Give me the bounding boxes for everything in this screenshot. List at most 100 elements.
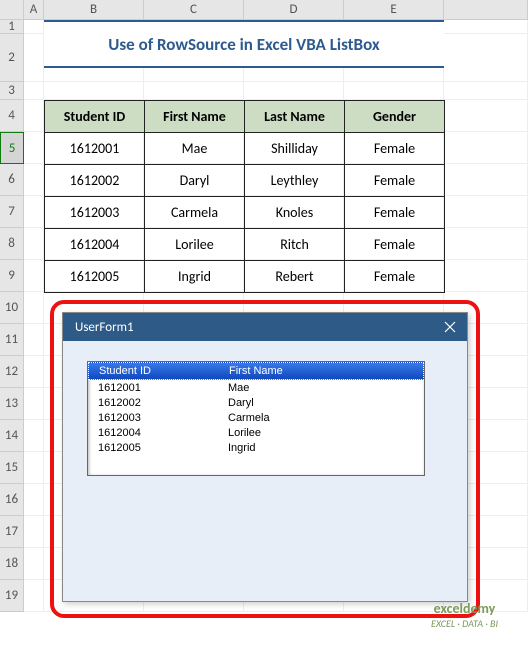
cell[interactable]: [444, 260, 528, 292]
row-header[interactable]: 7: [0, 196, 24, 228]
cell[interactable]: [24, 516, 44, 548]
row-header[interactable]: 15: [0, 452, 24, 484]
row-header[interactable]: 6: [0, 164, 24, 196]
cell[interactable]: [24, 100, 44, 132]
table-cell[interactable]: Shilliday: [245, 133, 345, 165]
cell[interactable]: [24, 228, 44, 260]
cell[interactable]: [24, 260, 44, 292]
table-header: Last Name: [245, 101, 345, 133]
watermark-tagline: EXCEL · DATA · BI: [431, 617, 498, 630]
row-header[interactable]: 4: [0, 100, 24, 132]
cell[interactable]: [444, 196, 528, 228]
table-cell[interactable]: 1612004: [45, 229, 145, 261]
table-cell[interactable]: Ingrid: [145, 261, 245, 293]
table-cell[interactable]: Female: [345, 165, 445, 197]
table-cell[interactable]: 1612002: [45, 165, 145, 197]
table-cell[interactable]: Lorilee: [145, 229, 245, 261]
table-cell[interactable]: Female: [345, 229, 445, 261]
cell[interactable]: [24, 356, 44, 388]
listbox-row[interactable]: 1612001Mae: [88, 380, 424, 395]
cell[interactable]: [24, 452, 44, 484]
table-cell[interactable]: Female: [345, 133, 445, 165]
cell[interactable]: [24, 164, 44, 196]
cell[interactable]: [24, 484, 44, 516]
table-header-row: Student IDFirst NameLast NameGender: [45, 101, 445, 133]
table-cell[interactable]: Leythley: [245, 165, 345, 197]
close-button[interactable]: [441, 318, 459, 336]
row-header[interactable]: 12: [0, 356, 24, 388]
row-header[interactable]: 3: [0, 82, 24, 100]
row-header[interactable]: 13: [0, 388, 24, 420]
row-header[interactable]: 1: [0, 20, 24, 34]
column-header[interactable]: B: [44, 0, 144, 20]
listbox-row[interactable]: 1612003Carmela: [88, 410, 424, 425]
select-all-corner[interactable]: [0, 0, 24, 20]
column-header[interactable]: D: [244, 0, 344, 20]
listbox-row[interactable]: 1612002Daryl: [88, 395, 424, 410]
row-header[interactable]: 9: [0, 260, 24, 292]
listbox-cell: Ingrid: [228, 442, 398, 454]
userform-window[interactable]: UserForm1 Student IDFirst Name 1612001Ma…: [62, 312, 468, 602]
listbox-row[interactable]: 1612004Lorilee: [88, 425, 424, 440]
cell[interactable]: [24, 82, 44, 100]
cell[interactable]: [444, 20, 528, 34]
cell[interactable]: [24, 548, 44, 580]
row-header[interactable]: 18: [0, 548, 24, 580]
table-cell[interactable]: Female: [345, 261, 445, 293]
listbox-cell: Carmela: [228, 412, 398, 424]
cell[interactable]: [24, 420, 44, 452]
column-header[interactable]: E: [344, 0, 444, 20]
row-header[interactable]: 5: [0, 132, 24, 164]
cell[interactable]: [24, 324, 44, 356]
row-header[interactable]: 10: [0, 292, 24, 324]
row-header[interactable]: 16: [0, 484, 24, 516]
row-header[interactable]: 8: [0, 228, 24, 260]
table-row: 1612005IngridRebertFemale: [45, 261, 445, 293]
table-cell[interactable]: 1612001: [45, 133, 145, 165]
row-header[interactable]: 17: [0, 516, 24, 548]
row-header[interactable]: 14: [0, 420, 24, 452]
cell[interactable]: [24, 132, 44, 164]
cell[interactable]: [44, 82, 144, 100]
table-cell[interactable]: 1612003: [45, 197, 145, 229]
close-icon: [444, 321, 456, 333]
column-header[interactable]: A: [24, 0, 44, 20]
table-cell[interactable]: Female: [345, 197, 445, 229]
cell[interactable]: [144, 82, 244, 100]
table-row: 1612003CarmelaKnolesFemale: [45, 197, 445, 229]
cell[interactable]: [24, 196, 44, 228]
cell[interactable]: [444, 82, 528, 100]
cell[interactable]: [444, 100, 528, 132]
listbox-cell: 1612005: [88, 442, 228, 454]
cell[interactable]: [24, 20, 44, 34]
cell[interactable]: [444, 34, 528, 82]
row-header[interactable]: 2: [0, 34, 24, 82]
table-cell[interactable]: 1612005: [45, 261, 145, 293]
column-header[interactable]: C: [144, 0, 244, 20]
row-header[interactable]: 19: [0, 580, 24, 612]
listbox-header-row[interactable]: Student IDFirst Name: [88, 362, 424, 380]
table-cell[interactable]: Knoles: [245, 197, 345, 229]
listbox-row[interactable]: 1612005Ingrid: [88, 440, 424, 455]
listbox[interactable]: Student IDFirst Name 1612001Mae1612002Da…: [87, 361, 425, 476]
listbox-cell: 1612003: [88, 412, 228, 424]
table-cell[interactable]: Ritch: [245, 229, 345, 261]
cell[interactable]: [244, 82, 344, 100]
cell[interactable]: [444, 132, 528, 164]
userform-title: UserForm1: [75, 320, 134, 335]
userform-titlebar[interactable]: UserForm1: [63, 313, 467, 341]
row-header[interactable]: 11: [0, 324, 24, 356]
table-cell[interactable]: Mae: [145, 133, 245, 165]
listbox-cell: 1612002: [88, 397, 228, 409]
cell[interactable]: [444, 228, 528, 260]
cell[interactable]: [24, 388, 44, 420]
cell[interactable]: [444, 164, 528, 196]
column-header[interactable]: [444, 0, 528, 20]
cell[interactable]: [24, 580, 44, 612]
cell[interactable]: [344, 82, 444, 100]
cell[interactable]: [24, 292, 44, 324]
table-cell[interactable]: Daryl: [145, 165, 245, 197]
cell[interactable]: [24, 34, 44, 82]
table-cell[interactable]: Rebert: [245, 261, 345, 293]
table-cell[interactable]: Carmela: [145, 197, 245, 229]
